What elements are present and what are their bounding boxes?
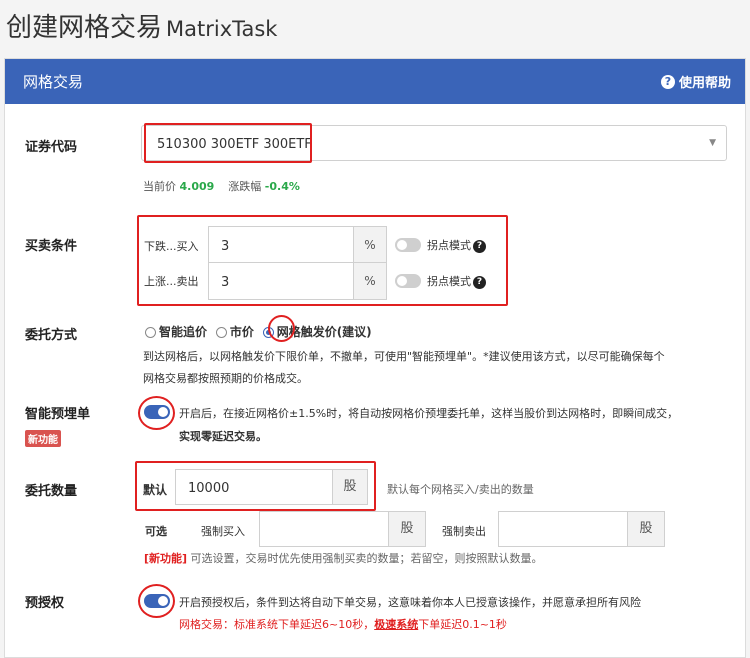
question-icon: ? [473,275,486,289]
price-info: 当前价 4.009 涨跌幅 -0.4% [143,180,300,193]
force-buy-label: 强制买入 [201,525,245,538]
default-label: 默认 [143,483,168,497]
turning-mode-label: 拐点模式? [427,237,486,253]
security-label: 证券代码 [25,140,78,155]
preauth-desc: 开启预授权后，条件到达将自动下单交易，这意味着你本人已授意该操作，并愿意承担所有… [179,596,641,609]
shares-unit: 股 [332,469,368,505]
radio-smart-chase[interactable]: 智能追价 [145,325,207,339]
sell-percent-input[interactable]: 3 [208,262,354,300]
force-sell-label: 强制卖出 [442,525,486,538]
shares-unit: 股 [627,511,665,547]
radio-market[interactable]: 市价 [215,325,254,339]
current-price: 4.009 [179,180,215,193]
page-title: 创建网格交易 MatrixTask [6,13,278,43]
help-button[interactable]: ? 使用帮助 [660,72,731,91]
security-select[interactable]: 510300 300ETF 300ETF ▼ [141,125,727,161]
price-change: -0.4% [264,180,300,193]
quantity-input[interactable]: 10000 [175,469,333,505]
force-buy-input[interactable] [259,511,389,547]
order-type-radios: 智能追价 市价 网格触发价(建议) [145,323,372,340]
smart-order-toggle[interactable] [144,405,170,419]
smart-order-desc: 开启后，在接近网格价±1.5%时，将自动按网格价预埋委托单，这样当股价到达网格时… [179,407,679,420]
order-type-desc: 网格交易都按照预期的价格成交。 [143,372,308,385]
security-value: 510300 300ETF 300ETF [157,137,312,152]
preauth-note: 网格交易：标准系统下单延迟6~10秒，极速系统下单延迟0.1~1秒 [179,618,507,631]
quantity-tip: [新功能] 可选设置，交易时优先使用强制买卖的数量；若留空，则按照默认数量。 [144,552,543,565]
percent-unit: % [353,262,387,300]
preauth-label: 预授权 [25,596,65,611]
card-title: 网格交易 [23,73,84,91]
radio-grid-trigger[interactable]: 网格触发价(建议) [262,325,372,339]
question-icon: ? [473,239,486,253]
force-sell-input[interactable] [498,511,628,547]
smart-order-desc: 实现零延迟交易。 [179,430,267,443]
percent-unit: % [353,226,387,264]
fast-system-link[interactable]: 极速系统 [374,618,418,631]
sell-turning-toggle[interactable] [395,274,421,288]
card-header: 网格交易 ? 使用帮助 [5,59,745,104]
optional-label: 可选 [145,525,167,538]
buy-condition-label: 下跌...买入 [144,240,199,253]
quantity-label: 委托数量 [25,484,78,499]
preauth-toggle[interactable] [144,594,170,608]
turning-mode-label: 拐点模式? [427,273,486,289]
grid-trade-card: 网格交易 ? 使用帮助 证券代码 510300 300ETF 300ETF ▼ 当… [4,58,746,658]
buy-turning-toggle[interactable] [395,238,421,252]
chevron-down-icon: ▼ [709,138,716,148]
shares-unit: 股 [388,511,426,547]
smart-order-label: 智能预埋单 [25,407,91,422]
order-type-label: 委托方式 [25,328,78,343]
order-type-desc: 到达网格后，以网格触发价下限价单，不撤单，可使用"智能预埋单"。*建议使用该方式… [143,350,665,363]
quantity-note: 默认每个网格买入/卖出的数量 [387,483,534,496]
conditions-label: 买卖条件 [25,239,78,254]
question-icon: ? [660,74,675,89]
sell-condition-label: 上涨...卖出 [144,275,199,288]
new-feature-badge: 新功能 [25,430,61,447]
buy-percent-input[interactable]: 3 [208,226,354,264]
